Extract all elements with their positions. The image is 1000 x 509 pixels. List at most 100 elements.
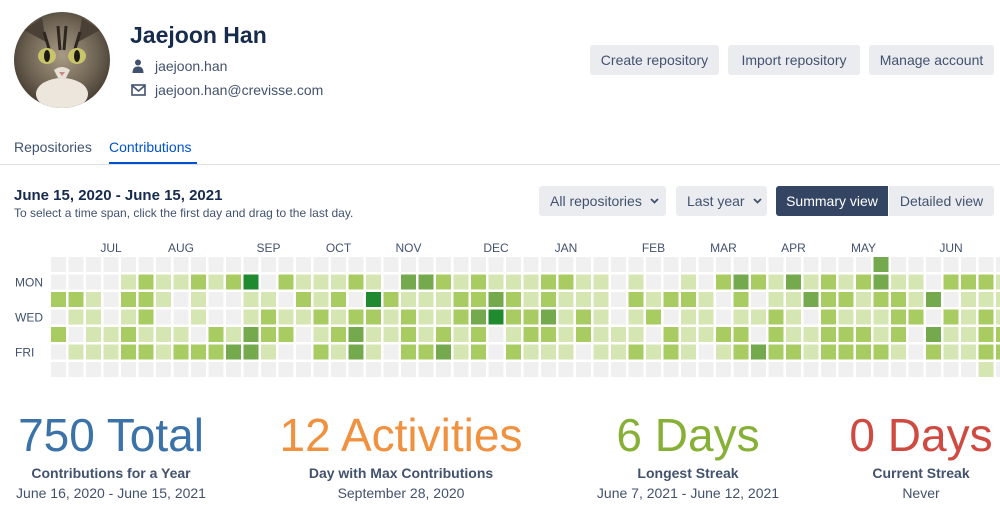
heatmap-cell[interactable]: [943, 327, 959, 342]
heatmap-cell[interactable]: [226, 274, 241, 290]
heatmap-cell[interactable]: [751, 292, 766, 307]
heatmap-cell[interactable]: [138, 292, 154, 307]
heatmap-cell[interactable]: [243, 309, 259, 325]
heatmap-cell[interactable]: [523, 257, 539, 272]
heatmap-cell[interactable]: [576, 344, 591, 360]
heatmap-cell[interactable]: [751, 362, 766, 377]
heatmap-cell[interactable]: [943, 292, 959, 307]
heatmap-cell[interactable]: [768, 292, 784, 307]
heatmap-cell[interactable]: [383, 344, 399, 360]
heatmap-cell[interactable]: [786, 309, 801, 325]
period-dropdown[interactable]: Last year: [676, 186, 767, 216]
heatmap-cell[interactable]: [908, 327, 924, 342]
heatmap-cell[interactable]: [646, 274, 661, 290]
heatmap-cell[interactable]: [401, 309, 416, 325]
heatmap-cell[interactable]: [243, 292, 259, 307]
heatmap-cell[interactable]: [313, 274, 329, 290]
heatmap-cell[interactable]: [173, 257, 189, 272]
heatmap-cell[interactable]: [786, 257, 801, 272]
heatmap-cell[interactable]: [996, 344, 1000, 360]
heatmap-cell[interactable]: [51, 309, 66, 325]
heatmap-cell[interactable]: [996, 257, 1000, 272]
heatmap-cell[interactable]: [51, 274, 66, 290]
heatmap-cell[interactable]: [593, 257, 609, 272]
heatmap-cell[interactable]: [103, 309, 119, 325]
heatmap-cell[interactable]: [821, 327, 836, 342]
heatmap-cell[interactable]: [873, 309, 889, 325]
heatmap-cell[interactable]: [313, 309, 329, 325]
heatmap-cell[interactable]: [488, 309, 504, 325]
heatmap-cell[interactable]: [436, 309, 451, 325]
heatmap-cell[interactable]: [803, 327, 819, 342]
heatmap-cell[interactable]: [838, 327, 854, 342]
heatmap-cell[interactable]: [51, 344, 66, 360]
heatmap-cell[interactable]: [593, 309, 609, 325]
heatmap-cell[interactable]: [541, 327, 556, 342]
heatmap-cell[interactable]: [103, 257, 119, 272]
heatmap-cell[interactable]: [191, 327, 206, 342]
heatmap-cell[interactable]: [628, 274, 644, 290]
heatmap-cell[interactable]: [821, 257, 836, 272]
heatmap-cell[interactable]: [226, 292, 241, 307]
heatmap-cell[interactable]: [803, 362, 819, 377]
heatmap-cell[interactable]: [908, 344, 924, 360]
heatmap-cell[interactable]: [751, 309, 766, 325]
heatmap-cell[interactable]: [943, 309, 959, 325]
heatmap-cell[interactable]: [348, 257, 364, 272]
heatmap-cell[interactable]: [138, 362, 154, 377]
heatmap-cell[interactable]: [453, 309, 469, 325]
heatmap-cell[interactable]: [873, 344, 889, 360]
heatmap-cell[interactable]: [698, 309, 714, 325]
heatmap-cell[interactable]: [663, 327, 679, 342]
heatmap-cell[interactable]: [856, 274, 871, 290]
heatmap-cell[interactable]: [471, 274, 486, 290]
heatmap-cell[interactable]: [191, 362, 206, 377]
heatmap-cell[interactable]: [523, 292, 539, 307]
heatmap-cell[interactable]: [803, 292, 819, 307]
heatmap-cell[interactable]: [541, 292, 556, 307]
heatmap-cell[interactable]: [418, 274, 434, 290]
avatar[interactable]: [14, 12, 110, 108]
heatmap-cell[interactable]: [733, 274, 749, 290]
heatmap-cell[interactable]: [663, 309, 679, 325]
heatmap-cell[interactable]: [628, 309, 644, 325]
heatmap-cell[interactable]: [121, 344, 136, 360]
heatmap-cell[interactable]: [226, 257, 241, 272]
heatmap-cell[interactable]: [173, 274, 189, 290]
heatmap-cell[interactable]: [121, 309, 136, 325]
heatmap-cell[interactable]: [506, 309, 521, 325]
heatmap-cell[interactable]: [278, 257, 294, 272]
heatmap-cell[interactable]: [961, 274, 976, 290]
heatmap-cell[interactable]: [278, 327, 294, 342]
heatmap-cell[interactable]: [646, 327, 661, 342]
heatmap-cell[interactable]: [926, 327, 941, 342]
heatmap-cell[interactable]: [243, 344, 259, 360]
heatmap-cell[interactable]: [103, 327, 119, 342]
heatmap-cell[interactable]: [51, 292, 66, 307]
heatmap-cell[interactable]: [243, 274, 259, 290]
heatmap-cell[interactable]: [436, 292, 451, 307]
heatmap-cell[interactable]: [121, 257, 136, 272]
heatmap-cell[interactable]: [68, 327, 84, 342]
heatmap-cell[interactable]: [191, 257, 206, 272]
heatmap-cell[interactable]: [943, 344, 959, 360]
create-repository-button[interactable]: Create repository: [590, 45, 719, 75]
heatmap-cell[interactable]: [576, 292, 591, 307]
heatmap-cell[interactable]: [523, 344, 539, 360]
heatmap-cell[interactable]: [961, 257, 976, 272]
heatmap-cell[interactable]: [366, 344, 381, 360]
heatmap-cell[interactable]: [261, 362, 276, 377]
heatmap-cell[interactable]: [891, 327, 906, 342]
heatmap-cell[interactable]: [996, 362, 1000, 377]
heatmap-cell[interactable]: [331, 362, 346, 377]
heatmap-cell[interactable]: [978, 257, 994, 272]
heatmap-cell[interactable]: [856, 257, 871, 272]
heatmap-cell[interactable]: [891, 344, 906, 360]
heatmap-cell[interactable]: [436, 257, 451, 272]
heatmap-cell[interactable]: [418, 362, 434, 377]
heatmap-cell[interactable]: [576, 309, 591, 325]
heatmap-cell[interactable]: [103, 274, 119, 290]
heatmap-cell[interactable]: [191, 292, 206, 307]
heatmap-cell[interactable]: [313, 362, 329, 377]
heatmap-cell[interactable]: [348, 327, 364, 342]
